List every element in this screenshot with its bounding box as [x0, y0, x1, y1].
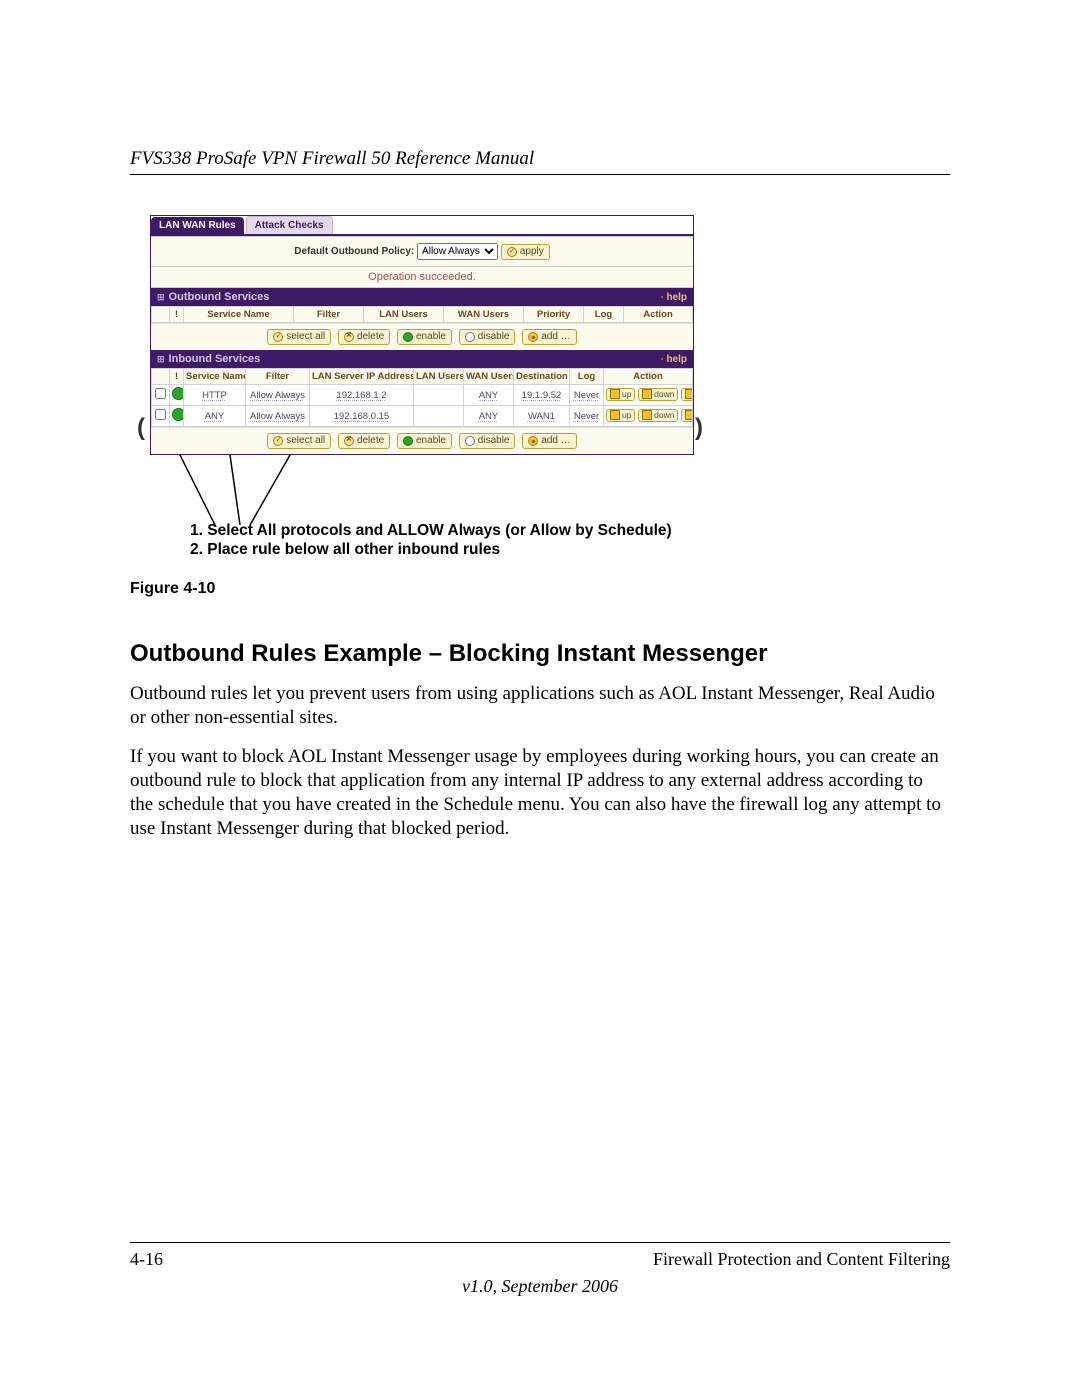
body-paragraph: Outbound rules let you prevent users fro… — [130, 682, 950, 730]
row-checkbox[interactable] — [155, 388, 166, 399]
down-button[interactable]: down — [638, 388, 678, 401]
edit-button[interactable]: edit — [681, 409, 692, 422]
check-icon — [273, 436, 283, 446]
up-icon — [610, 389, 620, 399]
x-icon — [344, 332, 354, 342]
select-all-button[interactable]: select all — [267, 433, 331, 449]
apply-button[interactable]: apply — [501, 244, 550, 260]
disable-icon — [465, 332, 475, 342]
check-icon — [507, 247, 517, 257]
running-header: FVS338 ProSafe VPN Firewall 50 Reference… — [130, 148, 950, 170]
add-button[interactable]: add … — [522, 433, 576, 449]
table-row: HTTP Allow Always 192.168.1.2 ANY 19.1.9… — [152, 385, 693, 406]
collapse-icon[interactable]: ⊞ — [157, 354, 165, 364]
disable-button[interactable]: disable — [459, 433, 516, 449]
inbound-services-header: ⊞Inbound Services help — [151, 350, 693, 368]
edit-icon — [685, 410, 692, 420]
up-button[interactable]: up — [606, 409, 635, 422]
delete-button[interactable]: delete — [338, 329, 390, 345]
down-icon — [642, 389, 652, 399]
down-icon — [642, 410, 652, 420]
edit-button[interactable]: edit — [681, 388, 692, 401]
header-rule — [130, 174, 950, 175]
section-heading: Outbound Rules Example – Blocking Instan… — [130, 640, 950, 668]
help-link[interactable]: help — [661, 354, 687, 365]
firewall-rules-ui: LAN WAN Rules Attack Checks Default Outb… — [150, 215, 694, 455]
disable-icon — [465, 436, 475, 446]
outbound-table: ! Service Name Filter LAN Users WAN User… — [151, 306, 693, 323]
row-checkbox[interactable] — [155, 409, 166, 420]
add-button[interactable]: add … — [522, 329, 576, 345]
collapse-icon[interactable]: ⊞ — [157, 292, 165, 302]
help-icon — [661, 296, 663, 298]
down-button[interactable]: down — [638, 409, 678, 422]
tab-bar: LAN WAN Rules Attack Checks — [151, 216, 693, 236]
tab-lan-wan-rules[interactable]: LAN WAN Rules — [151, 217, 244, 234]
default-policy-bar: Default Outbound Policy: Allow Always ap… — [151, 236, 693, 267]
default-policy-label: Default Outbound Policy: — [294, 246, 414, 257]
help-link[interactable]: help — [661, 292, 687, 303]
page-number: 4-16 — [130, 1249, 163, 1270]
table-row: ANY Allow Always 192.168.0.15 ANY WAN1 N… — [152, 406, 693, 427]
outbound-header-row: ! Service Name Filter LAN Users WAN User… — [152, 307, 693, 323]
annotation-arrows — [150, 455, 692, 525]
add-icon — [528, 332, 538, 342]
up-button[interactable]: up — [606, 388, 635, 401]
outbound-button-row: select all delete enable disable add … — [151, 323, 693, 350]
footer-section: Firewall Protection and Content Filterin… — [653, 1249, 950, 1270]
inbound-header-row: ! Service Name Filter LAN Server IP Addr… — [152, 369, 693, 385]
inbound-button-row: select all delete enable disable add … — [151, 427, 693, 454]
page-footer: 4-16 Firewall Protection and Content Fil… — [130, 1242, 950, 1297]
figure-label: Figure 4-10 — [130, 580, 950, 598]
status-dot-icon — [172, 408, 184, 421]
body-paragraph: If you want to block AOL Instant Messeng… — [130, 745, 950, 840]
outbound-services-header: ⊞Outbound Services help — [151, 288, 693, 306]
bracket-left-icon: ( — [137, 414, 145, 442]
enable-icon — [403, 436, 413, 446]
delete-button[interactable]: delete — [338, 433, 390, 449]
check-icon — [273, 332, 283, 342]
enable-icon — [403, 332, 413, 342]
status-dot-icon — [172, 387, 184, 400]
default-policy-select[interactable]: Allow Always — [417, 243, 498, 260]
footer-rule — [130, 1242, 950, 1243]
inbound-table: ! Service Name Filter LAN Server IP Addr… — [151, 368, 693, 427]
select-all-button[interactable]: select all — [267, 329, 331, 345]
up-icon — [610, 410, 620, 420]
edit-icon — [685, 389, 692, 399]
disable-button[interactable]: disable — [459, 329, 516, 345]
status-message: Operation succeeded. — [151, 267, 693, 288]
bracket-right-icon: ) — [695, 414, 703, 442]
add-icon — [528, 436, 538, 446]
enable-button[interactable]: enable — [397, 329, 452, 345]
tab-attack-checks[interactable]: Attack Checks — [246, 216, 333, 234]
x-icon — [344, 436, 354, 446]
help-icon — [661, 358, 663, 360]
footer-version: v1.0, September 2006 — [130, 1276, 950, 1297]
enable-button[interactable]: enable — [397, 433, 452, 449]
